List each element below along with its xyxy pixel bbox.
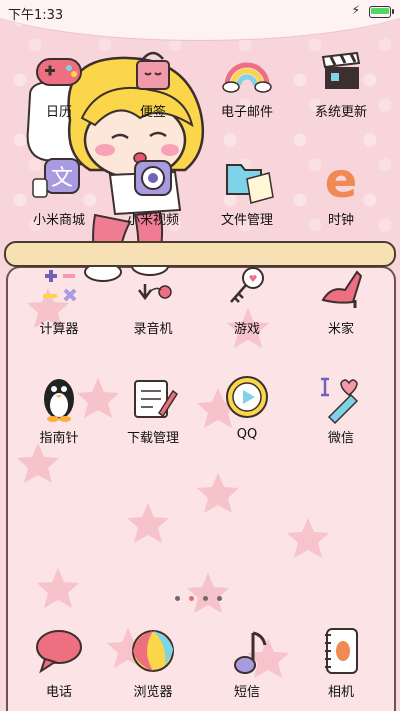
page-dot[interactable] xyxy=(175,596,180,601)
penguin-icon xyxy=(44,379,74,422)
heart-key-icon xyxy=(230,267,264,303)
letter-e-icon: e xyxy=(325,153,358,207)
app-mi-home[interactable]: 米家 xyxy=(296,262,386,337)
app-phone[interactable]: 电话 xyxy=(14,625,104,700)
status-time: 下午1:33 xyxy=(8,8,64,23)
app-label: 小米视频 xyxy=(126,213,179,228)
app-games[interactable]: 游戏 xyxy=(202,262,292,337)
app-label: 电子邮件 xyxy=(220,105,273,120)
app-label: 游戏 xyxy=(233,322,260,337)
app-messages[interactable]: 短信 xyxy=(202,625,292,700)
music-note-icon xyxy=(234,631,267,674)
math-symbols-icon xyxy=(43,270,77,302)
page-indicator[interactable] xyxy=(175,586,231,605)
page-dot[interactable] xyxy=(203,596,208,601)
battery-fill xyxy=(371,8,389,14)
app-email[interactable]: 电子邮件 xyxy=(202,45,292,120)
rainbow-icon xyxy=(222,62,272,93)
app-notes[interactable]: 便签 xyxy=(108,45,198,120)
app-clock[interactable]: e 时钟 xyxy=(296,153,386,228)
arrow-tag-icon xyxy=(138,284,172,301)
app-label: 文件管理 xyxy=(220,213,273,228)
battery-icon xyxy=(369,6,394,18)
high-heel-icon xyxy=(321,270,363,308)
app-label: 小米商城 xyxy=(32,213,85,228)
app-label: 日历 xyxy=(45,105,72,120)
app-calendar[interactable]: 日历 xyxy=(14,45,104,120)
app-label: 相机 xyxy=(327,685,354,700)
svg-text:文: 文 xyxy=(51,166,73,191)
app-label: 微信 xyxy=(327,431,354,446)
i-love-pencil-icon xyxy=(321,377,359,425)
app-label: 系统更新 xyxy=(314,105,367,120)
app-label: 米家 xyxy=(327,322,354,337)
app-label: 指南针 xyxy=(39,431,79,446)
page-dot[interactable] xyxy=(189,596,194,601)
folder-icon xyxy=(226,164,274,204)
page-dot[interactable] xyxy=(217,596,222,601)
app-download-manager[interactable]: 下载管理 xyxy=(108,371,198,446)
camera-icon xyxy=(134,160,172,196)
app-calculator[interactable]: 计算器 xyxy=(14,262,104,337)
app-label: 时钟 xyxy=(327,213,354,228)
app-camera[interactable]: 相机 xyxy=(296,625,386,700)
beach-ball-icon xyxy=(132,630,174,672)
app-system-update[interactable]: 系统更新 xyxy=(296,45,386,120)
shopping-bag-icon xyxy=(136,51,170,90)
clapperboard-icon xyxy=(321,51,361,89)
app-label: 便签 xyxy=(139,105,166,120)
svg-text:e: e xyxy=(325,153,358,207)
app-qq[interactable]: QQ xyxy=(202,371,292,442)
speech-bubble-icon xyxy=(36,630,82,674)
app-mi-video[interactable]: 小米视频 xyxy=(108,153,198,228)
app-file-manager[interactable]: 文件管理 xyxy=(202,153,292,228)
app-browser[interactable]: 浏览器 xyxy=(108,625,198,700)
app-mi-store[interactable]: 文 小米商城 xyxy=(14,153,104,228)
app-label: 电话 xyxy=(45,685,72,700)
app-compass[interactable]: 指南针 xyxy=(14,371,104,446)
notepad-pencil-icon xyxy=(134,380,179,418)
app-recorder[interactable]: 录音机 xyxy=(108,262,198,337)
translate-icon: 文 xyxy=(32,158,80,198)
flash-icon: ⚡ xyxy=(351,3,360,17)
home-screen: 下午1:33 ⚡ 日历 便签 电子邮件 系统更新 文 小米商城 小米视频 文件管… xyxy=(0,0,400,711)
app-label: 录音机 xyxy=(133,322,173,337)
play-circle-icon xyxy=(226,376,268,418)
notebook-icon xyxy=(325,628,358,674)
app-label: 计算器 xyxy=(39,322,79,337)
gamepad-icon xyxy=(36,58,82,86)
app-label: 短信 xyxy=(233,685,260,700)
status-bar: 下午1:33 ⚡ xyxy=(0,0,400,24)
app-label: 浏览器 xyxy=(133,685,173,700)
app-wechat[interactable]: 微信 xyxy=(296,371,386,446)
app-label: QQ xyxy=(236,427,258,442)
app-label: 下载管理 xyxy=(126,431,179,446)
